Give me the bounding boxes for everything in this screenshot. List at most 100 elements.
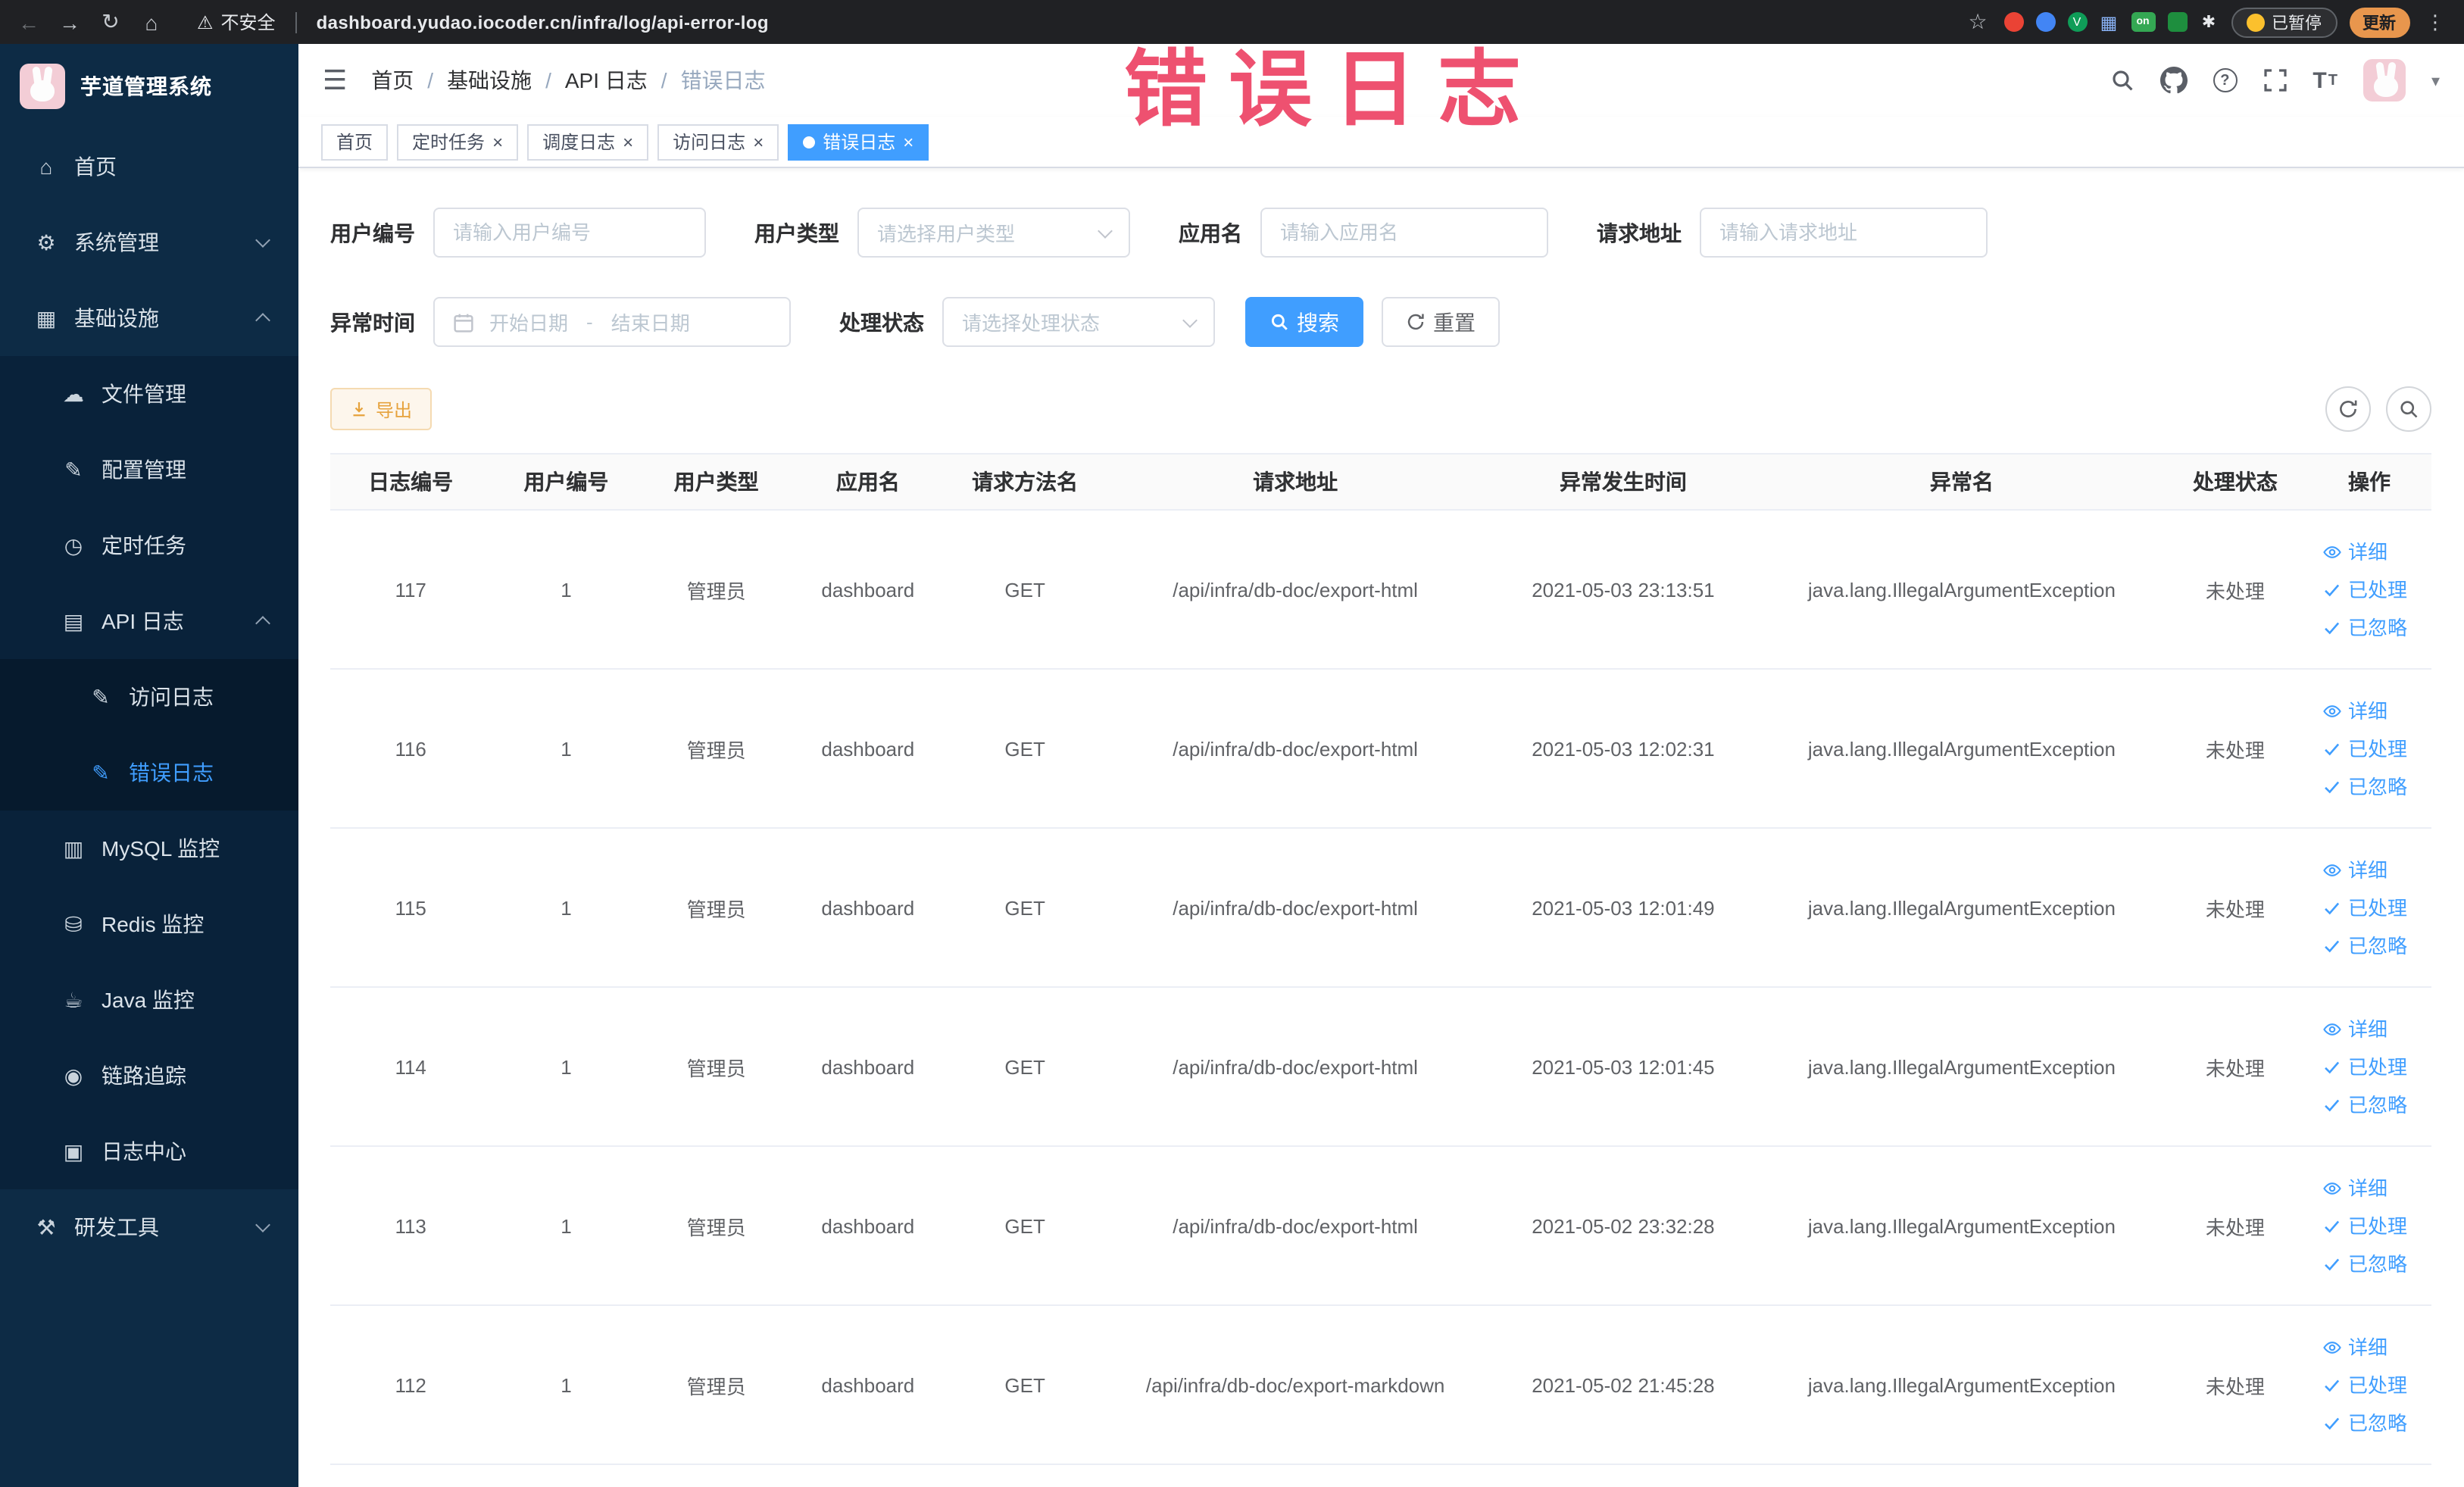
- sidebar-item-log-center[interactable]: ▣ 日志中心: [0, 1114, 298, 1189]
- mark-processed-link[interactable]: 已处理: [2322, 1048, 2416, 1086]
- sidebar-item-system-management[interactable]: ⚙ 系统管理: [0, 205, 298, 280]
- close-icon[interactable]: ×: [623, 133, 633, 151]
- extension-icon-on-badge[interactable]: on: [2131, 12, 2155, 32]
- security-indicator[interactable]: ⚠ 不安全: [197, 9, 276, 35]
- user-avatar[interactable]: [2363, 59, 2406, 102]
- process-status-select[interactable]: 请选择处理状态: [942, 297, 1215, 347]
- tab-home[interactable]: 首页: [321, 123, 389, 160]
- bookmark-star-icon[interactable]: ☆: [1964, 9, 1991, 35]
- mark-processed-link[interactable]: 已处理: [2322, 1207, 2416, 1245]
- cell-exception-name: java.lang.IllegalArgumentException: [1760, 669, 2163, 829]
- detail-link[interactable]: 详细: [2322, 1328, 2416, 1366]
- action-label: 已忽略: [2348, 775, 2408, 798]
- cell-user-type: 管理员: [641, 1305, 792, 1465]
- browser-home-icon[interactable]: ⌂: [138, 10, 165, 34]
- chrome-update-button[interactable]: 更新: [2349, 7, 2409, 37]
- exception-time-range-picker[interactable]: 开始日期 - 结束日期: [433, 297, 791, 347]
- mark-ignored-link[interactable]: 已忽略: [2322, 767, 2416, 805]
- user-type-select[interactable]: 请选择用户类型: [857, 208, 1130, 258]
- search-toggle-button[interactable]: [2385, 386, 2431, 432]
- help-icon[interactable]: ?: [2213, 68, 2238, 92]
- sidebar-item-error-log[interactable]: ✎ 错误日志: [0, 735, 298, 811]
- extension-icon-red[interactable]: [2003, 12, 2023, 32]
- extension-icon-green[interactable]: V: [2067, 12, 2087, 32]
- close-icon[interactable]: ×: [903, 133, 913, 151]
- sidebar-toggle-icon[interactable]: ☰: [323, 64, 347, 96]
- mark-ignored-link[interactable]: 已忽略: [2322, 1404, 2416, 1442]
- detail-link[interactable]: 详细: [2322, 692, 2416, 729]
- cell-request-url: /api/infra/db-doc/export-html: [1105, 669, 1485, 829]
- sidebar-item-file-management[interactable]: ☁ 文件管理: [0, 356, 298, 432]
- mark-ignored-link[interactable]: 已忽略: [2322, 926, 2416, 964]
- app-name-input[interactable]: [1260, 208, 1548, 258]
- address-bar-url[interactable]: dashboard.yudao.iocoder.cn/infra/log/api…: [317, 11, 769, 33]
- logo[interactable]: 芋道管理系统: [0, 44, 298, 129]
- chevron-up-icon: [255, 616, 270, 631]
- user-id-input[interactable]: [433, 208, 706, 258]
- fullscreen-icon[interactable]: [2263, 68, 2287, 92]
- detail-link[interactable]: 详细: [2322, 851, 2416, 889]
- topbar-icons: ? TT ▾: [2110, 59, 2440, 102]
- divider: [295, 11, 297, 33]
- cell-app-name: dashboard: [791, 1305, 945, 1465]
- mark-ignored-link[interactable]: 已忽略: [2322, 608, 2416, 646]
- search-icon[interactable]: [2110, 68, 2134, 92]
- profile-paused-chip[interactable]: 已暂停: [2231, 7, 2337, 37]
- mark-ignored-link[interactable]: 已忽略: [2322, 1086, 2416, 1123]
- detail-link[interactable]: 详细: [2322, 1169, 2416, 1207]
- sidebar-item-config-management[interactable]: ✎ 配置管理: [0, 432, 298, 508]
- browser-forward-icon[interactable]: →: [56, 10, 83, 34]
- breadcrumb-item-home[interactable]: 首页: [371, 65, 414, 95]
- refresh-button[interactable]: [2325, 386, 2370, 432]
- extension-icon-grid[interactable]: ▦: [2099, 11, 2119, 33]
- cell-request-url: /api/infra/db-doc/export-html: [1105, 510, 1485, 670]
- sidebar-item-mysql-monitor[interactable]: ▥ MySQL 监控: [0, 811, 298, 886]
- sidebar-item-scheduled-jobs[interactable]: ◷ 定时任务: [0, 508, 298, 583]
- cell-exception-name: java.lang.IllegalArgumentException: [1760, 1146, 2163, 1306]
- search-button[interactable]: 搜索: [1245, 297, 1363, 347]
- cell-status: 未处理: [2162, 987, 2308, 1147]
- tab-schedule-log[interactable]: 调度日志 ×: [527, 123, 649, 160]
- avatar-caret-icon[interactable]: ▾: [2431, 70, 2440, 90]
- mark-processed-link[interactable]: 已处理: [2322, 1366, 2416, 1404]
- tab-access-log[interactable]: 访问日志 ×: [657, 123, 779, 160]
- close-icon[interactable]: ×: [753, 133, 764, 151]
- browser-menu-icon[interactable]: ⋮: [2422, 10, 2449, 34]
- browser-back-icon[interactable]: ←: [15, 10, 42, 34]
- mark-processed-link[interactable]: 已处理: [2322, 889, 2416, 926]
- sidebar-item-link-trace[interactable]: ◉ 链路追踪: [0, 1038, 298, 1114]
- font-size-icon[interactable]: TT: [2313, 67, 2338, 93]
- check-icon: [2322, 1413, 2342, 1432]
- mark-ignored-link[interactable]: 已忽略: [2322, 1245, 2416, 1282]
- reset-button[interactable]: 重置: [1382, 297, 1500, 347]
- tab-error-log[interactable]: 错误日志 ×: [788, 123, 929, 160]
- action-label: 详细: [2348, 1017, 2388, 1040]
- sidebar-item-api-logs[interactable]: ▤ API 日志: [0, 583, 298, 659]
- detail-link[interactable]: 详细: [2322, 533, 2416, 570]
- detail-link[interactable]: 详细: [2322, 1010, 2416, 1048]
- browser-reload-icon[interactable]: ↻: [97, 9, 124, 35]
- tab-scheduled-jobs[interactable]: 定时任务 ×: [397, 123, 519, 160]
- mark-processed-link[interactable]: 已处理: [2322, 570, 2416, 608]
- breadcrumb-item-api-logs[interactable]: API 日志: [565, 65, 648, 95]
- sidebar-item-java-monitor[interactable]: ☕ Java 监控: [0, 962, 298, 1038]
- extension-icon-leaf[interactable]: [2167, 12, 2187, 32]
- github-icon[interactable]: [2160, 67, 2188, 94]
- sidebar-item-home[interactable]: ⌂ 首页: [0, 129, 298, 205]
- mark-processed-link[interactable]: 已处理: [2322, 729, 2416, 767]
- edit-square-icon: ✎: [92, 684, 110, 708]
- breadcrumb-item-infrastructure[interactable]: 基础设施: [447, 65, 532, 95]
- request-url-input[interactable]: [1700, 208, 1988, 258]
- sidebar-item-access-log[interactable]: ✎ 访问日志: [0, 659, 298, 735]
- extension-icon-blue[interactable]: [2035, 12, 2055, 32]
- cell-log-id: 112: [330, 1305, 492, 1465]
- close-icon[interactable]: ×: [492, 133, 503, 151]
- cell-exception-name: java.lang.IllegalArgumentException: [1760, 510, 2163, 670]
- cell-log-id: 113: [330, 1146, 492, 1306]
- chevron-down-icon: [1182, 312, 1198, 327]
- extension-icon-paw[interactable]: ✱: [2199, 12, 2219, 32]
- sidebar-item-dev-tools[interactable]: ⚒ 研发工具: [0, 1189, 298, 1265]
- sidebar-item-infrastructure[interactable]: ▦ 基础设施: [0, 280, 298, 356]
- sidebar-item-redis-monitor[interactable]: ⛁ Redis 监控: [0, 886, 298, 962]
- export-button[interactable]: 导出: [330, 388, 433, 430]
